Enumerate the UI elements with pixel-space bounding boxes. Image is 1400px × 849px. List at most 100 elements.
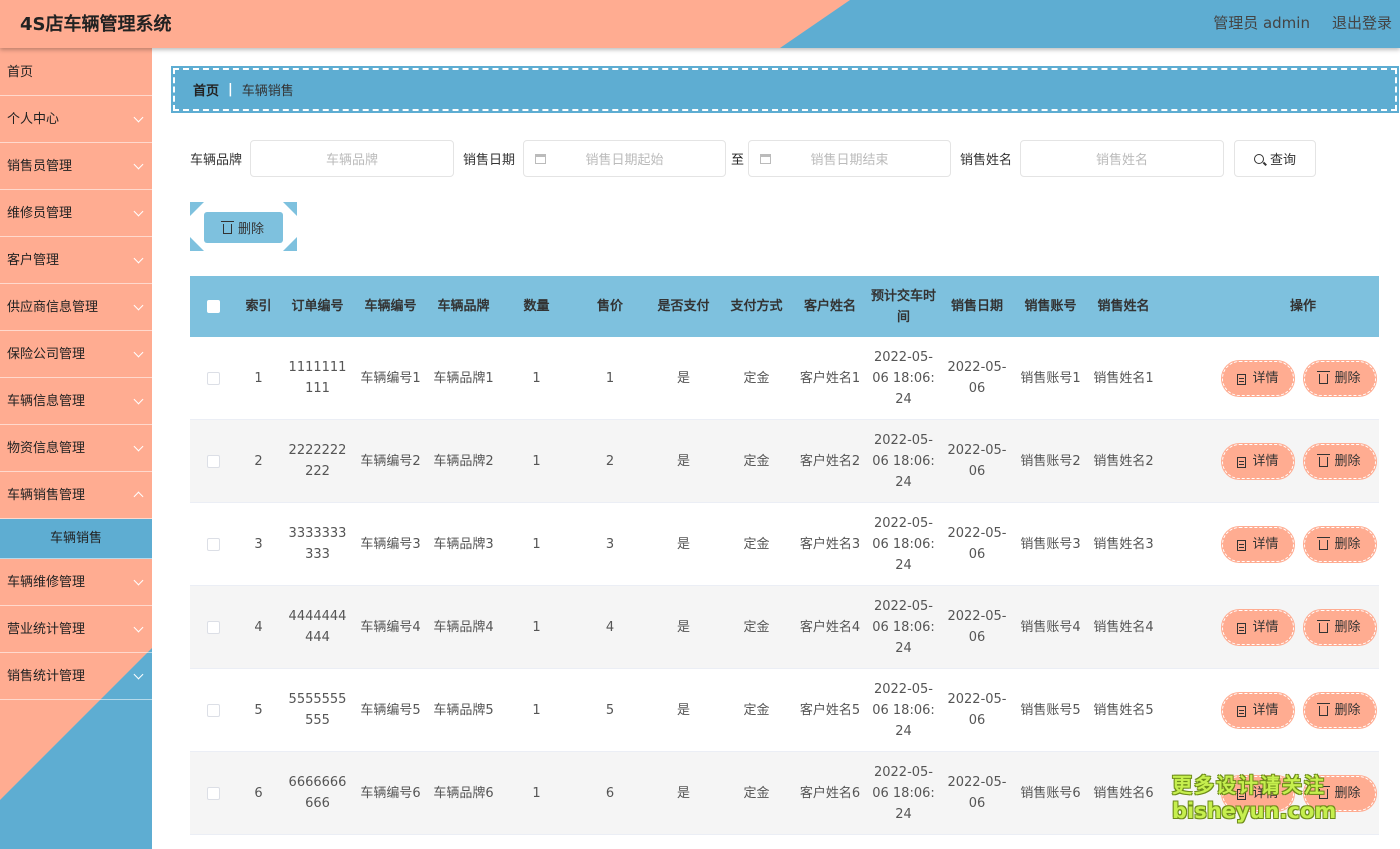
bulk-delete-button[interactable]: 删除 — [204, 212, 283, 243]
row-select-cell — [190, 703, 236, 717]
document-icon — [1237, 456, 1247, 468]
delete-button[interactable]: 删除 — [1303, 525, 1377, 563]
cell-delivery: 2022-05-06 18:06:24 — [872, 681, 935, 739]
breadcrumb-home[interactable]: 首页 — [193, 80, 219, 99]
detail-button[interactable]: 详情 — [1221, 525, 1295, 563]
brand-label: 车辆品牌 — [190, 153, 243, 168]
cell-idx: 4 — [254, 619, 263, 635]
brand-placeholder: 车辆品牌 — [326, 153, 379, 168]
sidebar-item[interactable]: 销售统计管理 — [0, 653, 152, 700]
delete-button[interactable]: 删除 — [1303, 359, 1377, 397]
date-end-input[interactable]: 销售日期结束 — [748, 140, 952, 177]
trash-icon — [220, 220, 234, 234]
search-icon — [1254, 153, 1265, 164]
row-checkbox[interactable] — [206, 786, 220, 800]
detail-button[interactable]: 详情 — [1221, 359, 1295, 397]
delete-label: 删除 — [1334, 785, 1361, 801]
delete-button[interactable]: 删除 — [1303, 442, 1377, 480]
cell-seller: 销售姓名4 — [1093, 619, 1154, 635]
cell-account: 销售账号3 — [1020, 536, 1081, 552]
column-header: 订单编号 — [291, 299, 344, 314]
cell-method: 定金 — [743, 785, 770, 801]
table-row: 2 2222222222 车辆编号2 车辆品牌2 1 2 是定金 客户姓名2 2022-05-0… — [190, 420, 1379, 503]
chevron-down-icon — [133, 575, 144, 586]
select-all-checkbox[interactable] — [206, 300, 220, 313]
sidebar-subitem-active[interactable]: 车辆销售 — [0, 519, 152, 559]
trash-icon — [1317, 537, 1331, 550]
delete-label: 删除 — [1334, 619, 1361, 635]
column-header: 售价 — [596, 299, 623, 314]
delete-label: 删除 — [1334, 536, 1361, 552]
sidebar-item[interactable]: 维修员管理 — [0, 190, 152, 237]
detail-button[interactable]: 详情 — [1221, 608, 1295, 646]
cell-customer: 客户姓名6 — [799, 785, 861, 801]
cell-delivery: 2022-05-06 18:06:24 — [872, 764, 935, 822]
table-row: 3 3333333333 车辆编号3 车辆品牌3 1 3 是定金 客户姓名3 2022-05-0… — [190, 503, 1379, 586]
chevron-down-icon — [133, 253, 144, 264]
logout-link[interactable]: 退出登录 — [1332, 12, 1392, 33]
row-checkbox[interactable] — [206, 371, 220, 385]
cell-date: 2022-05-06 — [947, 443, 1007, 479]
select-all-cell — [190, 300, 236, 313]
cell-customer: 客户姓名4 — [799, 619, 861, 635]
user-label[interactable]: 管理员 admin — [1213, 12, 1310, 33]
sidebar-item[interactable]: 营业统计管理 — [0, 606, 152, 653]
bulk-delete-wrapper: 删除 — [190, 202, 297, 251]
brand-input[interactable]: 车辆品牌 — [250, 140, 455, 177]
sidebar-item[interactable]: 车辆销售管理 — [0, 472, 152, 519]
cell-brand: 车辆品牌2 — [433, 453, 494, 469]
sidebar-item[interactable]: 车辆维修管理 — [0, 559, 152, 606]
row-checkbox[interactable] — [206, 620, 220, 634]
breadcrumb-current: 车辆销售 — [241, 84, 294, 99]
sidebar-item[interactable]: 保险公司管理 — [0, 331, 152, 378]
sidebar-item-label: 物资信息管理 — [7, 441, 86, 456]
cell-order: 2222222222 — [288, 443, 347, 479]
sidebar-item[interactable]: 首页 — [0, 48, 152, 96]
top-header: 4S店车辆管理系统 管理员 admin 退出登录 — [0, 0, 1400, 48]
sales-table: 索引 订单编号 车辆编号 车辆品牌 数量 售价 是否支付 支付方式 客户姓名 预计交车时间 销售日期… — [190, 276, 1379, 835]
cell-seller: 销售姓名3 — [1093, 536, 1154, 552]
cell-order: 3333333333 — [288, 526, 347, 562]
sidebar-item-label: 客户管理 — [7, 253, 60, 268]
delete-button[interactable]: 删除 — [1303, 608, 1377, 646]
row-checkbox[interactable] — [206, 703, 220, 717]
sidebar-item[interactable]: 个人中心 — [0, 96, 152, 143]
cell-seller: 销售姓名2 — [1093, 453, 1154, 469]
corner-decoration — [283, 202, 297, 216]
cell-price: 2 — [605, 453, 615, 469]
cell-price: 4 — [605, 619, 615, 635]
date-start-input[interactable]: 销售日期起始 — [523, 140, 727, 177]
sidebar-item[interactable]: 供应商信息管理 — [0, 284, 152, 331]
row-actions: 详情 删除 — [1160, 525, 1379, 563]
row-checkbox[interactable] — [206, 537, 220, 551]
sidebar-item[interactable]: 车辆信息管理 — [0, 378, 152, 425]
cell-idx: 3 — [254, 536, 263, 552]
cell-paid: 是 — [676, 619, 690, 635]
bulk-delete-label: 删除 — [237, 222, 264, 237]
cell-idx: 2 — [254, 453, 263, 469]
column-header: 支付方式 — [730, 299, 783, 314]
breadcrumb-separator: | — [228, 82, 233, 97]
sidebar-item[interactable]: 客户管理 — [0, 237, 152, 284]
detail-button[interactable]: 详情 — [1221, 442, 1295, 480]
sidebar-item[interactable]: 销售员管理 — [0, 143, 152, 190]
cell-account: 销售账号4 — [1020, 619, 1081, 635]
row-actions: 详情 删除 — [1160, 608, 1379, 646]
query-button[interactable]: 查询 — [1234, 140, 1317, 177]
calendar-icon — [760, 154, 772, 164]
detail-button[interactable]: 详情 — [1221, 691, 1295, 729]
watermark-line1: 更多设计请关注 — [1172, 773, 1326, 797]
cell-brand: 车辆品牌4 — [433, 619, 494, 635]
cell-date: 2022-05-06 — [947, 360, 1007, 396]
row-actions: 详情 删除 — [1160, 442, 1379, 480]
cell-idx: 6 — [254, 785, 263, 801]
row-checkbox[interactable] — [206, 454, 220, 468]
sidebar-item-label: 营业统计管理 — [7, 622, 86, 637]
cell-qty: 1 — [532, 536, 541, 552]
seller-input[interactable]: 销售姓名 — [1020, 140, 1225, 177]
delete-button[interactable]: 删除 — [1303, 691, 1377, 729]
sidebar-item[interactable]: 物资信息管理 — [0, 425, 152, 472]
trash-icon — [1317, 454, 1331, 467]
cell-car-no: 车辆编号6 — [360, 785, 421, 801]
column-header: 车辆编号 — [364, 299, 417, 314]
